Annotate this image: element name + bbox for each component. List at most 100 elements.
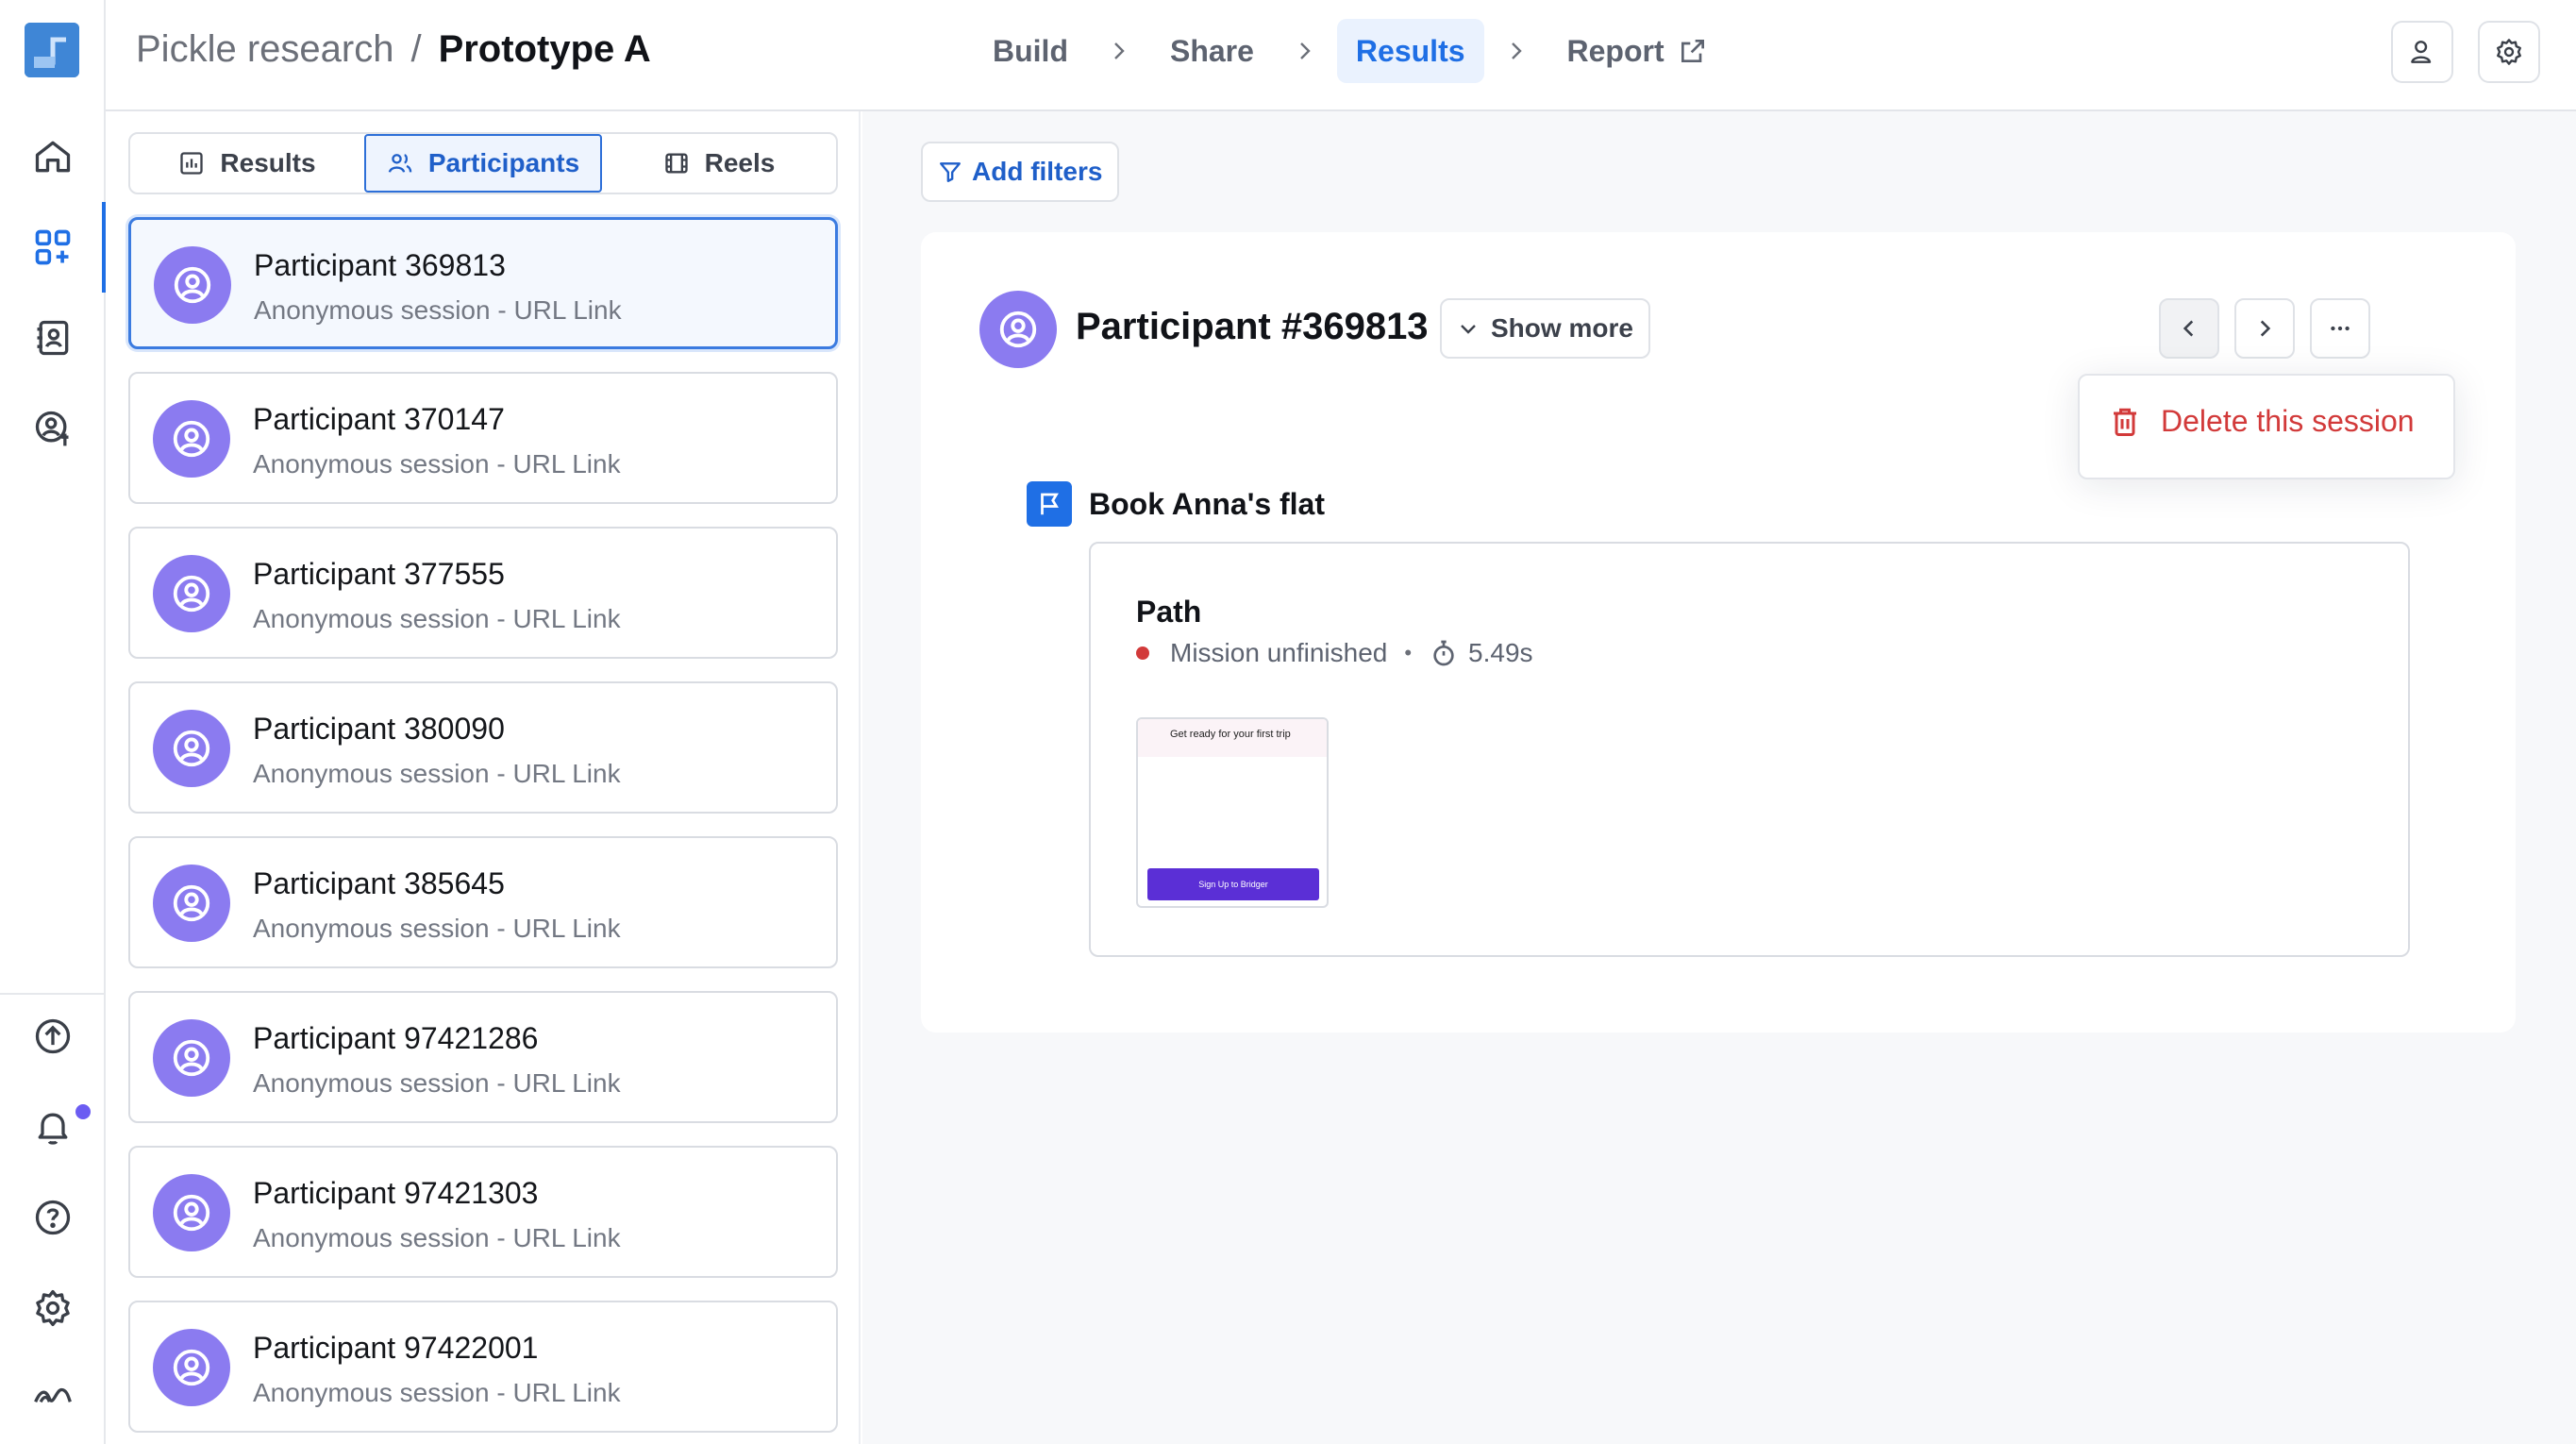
participant-session: Anonymous session - URL Link xyxy=(253,759,621,788)
tab-results[interactable]: Results xyxy=(130,134,364,193)
avatar xyxy=(154,246,231,324)
chevron-right-icon xyxy=(1114,42,1125,59)
user-circle-icon xyxy=(999,311,1037,348)
tab-participants[interactable]: Participants xyxy=(364,134,602,193)
user-circle-icon xyxy=(174,266,211,304)
tab-reels[interactable]: Reels xyxy=(602,134,836,193)
previous-participant-button[interactable] xyxy=(2159,298,2219,359)
path-meta: Mission unfinished • 5.49s xyxy=(1136,638,1533,668)
notification-badge xyxy=(75,1104,91,1119)
bar-chart-icon xyxy=(180,152,204,175)
step-results[interactable]: Results xyxy=(1336,19,1484,83)
upgrade-icon[interactable] xyxy=(25,1008,81,1065)
film-icon xyxy=(664,153,688,174)
dashboard-icon[interactable] xyxy=(25,219,81,276)
step-share[interactable]: Share xyxy=(1151,19,1273,83)
breadcrumb-separator: / xyxy=(410,28,422,70)
participant-title: Participant #369813 xyxy=(1076,306,1429,347)
list-item[interactable]: Participant 385645 Anonymous session - U… xyxy=(128,836,838,968)
step-report[interactable]: Report xyxy=(1548,19,1727,83)
participant-list: Participant 369813 Anonymous session - U… xyxy=(128,217,838,1444)
list-item[interactable]: Participant 369813 Anonymous session - U… xyxy=(128,217,838,349)
chevron-right-icon xyxy=(2260,320,2271,337)
next-participant-button[interactable] xyxy=(2234,298,2295,359)
bell-icon[interactable] xyxy=(25,1099,81,1155)
list-item[interactable]: Participant 370147 Anonymous session - U… xyxy=(128,372,838,504)
session-detail-area: Add filters Participant #369813 Show mor… xyxy=(862,111,2576,1444)
show-more-button[interactable]: Show more xyxy=(1440,298,1650,359)
add-filters-button[interactable]: Add filters xyxy=(921,142,1120,202)
user-circle-icon xyxy=(173,1194,210,1232)
list-item[interactable]: Participant 377555 Anonymous session - U… xyxy=(128,527,838,659)
participant-session: Anonymous session - URL Link xyxy=(254,295,622,325)
participant-name: Participant 385645 xyxy=(253,866,505,900)
session-options-menu: Delete this session xyxy=(2078,374,2455,479)
user-circle-icon xyxy=(173,730,210,767)
user-circle-icon xyxy=(173,884,210,922)
participant-session: Anonymous session - URL Link xyxy=(253,914,621,943)
tab-reels-label: Reels xyxy=(704,148,776,177)
thumbnail-title: Get ready for your first trip xyxy=(1170,729,1291,740)
status-dot xyxy=(1136,646,1149,660)
participant-session: Anonymous session - URL Link xyxy=(253,1223,621,1252)
tab-participants-label: Participants xyxy=(427,148,580,177)
trash-icon xyxy=(2114,408,2136,436)
avatar xyxy=(153,865,230,942)
more-horizontal-icon xyxy=(2331,326,2350,331)
user-circle-icon xyxy=(173,1349,210,1386)
more-options-button[interactable] xyxy=(2310,298,2370,359)
participant-name: Participant 377555 xyxy=(253,557,505,591)
user-icon xyxy=(2411,41,2432,63)
avatar xyxy=(979,291,1057,368)
avatar xyxy=(153,1174,230,1251)
step-share-label: Share xyxy=(1169,34,1254,68)
add-filters-label: Add filters xyxy=(972,157,1103,186)
avatar xyxy=(153,1019,230,1097)
user-circle-icon xyxy=(173,420,210,458)
participant-name: Participant 97421303 xyxy=(253,1176,539,1210)
avatar xyxy=(153,400,230,478)
contacts-book-icon[interactable] xyxy=(25,310,81,366)
step-report-label: Report xyxy=(1566,34,1664,68)
gear-icon[interactable] xyxy=(25,1280,81,1336)
participant-name: Participant 97421286 xyxy=(253,1021,539,1055)
chevron-right-icon xyxy=(1511,42,1522,59)
user-access-button[interactable] xyxy=(2391,21,2453,83)
participant-credit-icon[interactable] xyxy=(25,400,81,457)
path-title: Path xyxy=(1136,595,1202,629)
delete-session-label: Delete this session xyxy=(2161,404,2415,438)
view-tabs: Results Participants Reels xyxy=(128,132,838,194)
participant-session: Anonymous session - URL Link xyxy=(253,604,621,633)
delete-session-menu-item[interactable]: Delete this session xyxy=(2108,404,2415,439)
mission-status: Mission unfinished xyxy=(1170,638,1388,667)
breadcrumb-current: Prototype A xyxy=(438,28,651,70)
list-item[interactable]: Participant 380090 Anonymous session - U… xyxy=(128,681,838,814)
home-icon[interactable] xyxy=(25,128,81,185)
settings-button[interactable] xyxy=(2478,21,2540,83)
avatar xyxy=(153,555,230,632)
maze-logo-icon[interactable] xyxy=(25,1367,81,1423)
filter-icon xyxy=(940,162,961,182)
mission-duration: 5.49s xyxy=(1468,638,1533,667)
users-icon xyxy=(388,154,412,173)
meta-separator: • xyxy=(1404,641,1413,664)
path-card: Path Mission unfinished • 5.49s Get read… xyxy=(1089,542,2410,957)
avatar xyxy=(153,710,230,787)
step-build[interactable]: Build xyxy=(974,19,1087,83)
list-item[interactable]: Participant 97421303 Anonymous session -… xyxy=(128,1146,838,1278)
breadcrumb-project[interactable]: Pickle research xyxy=(136,28,393,71)
screen-thumbnail[interactable]: Get ready for your first trip Sign Up to… xyxy=(1136,717,1329,908)
workflow-steps: Build Share Results Report xyxy=(974,19,1727,83)
list-item[interactable]: Participant 97422001 Anonymous session -… xyxy=(128,1301,838,1433)
user-circle-icon xyxy=(173,1039,210,1077)
task-name: Book Anna's flat xyxy=(1089,486,1325,521)
participant-name: Participant 369813 xyxy=(254,248,506,282)
help-icon[interactable] xyxy=(25,1189,81,1246)
chevron-down-icon xyxy=(1461,325,1476,334)
list-item[interactable]: Participant 97421286 Anonymous session -… xyxy=(128,991,838,1123)
app-logo-icon xyxy=(25,23,79,77)
rail-divider xyxy=(0,993,106,995)
app-logo[interactable] xyxy=(25,23,79,77)
step-results-label: Results xyxy=(1355,34,1465,68)
chevron-right-icon xyxy=(1300,42,1311,59)
